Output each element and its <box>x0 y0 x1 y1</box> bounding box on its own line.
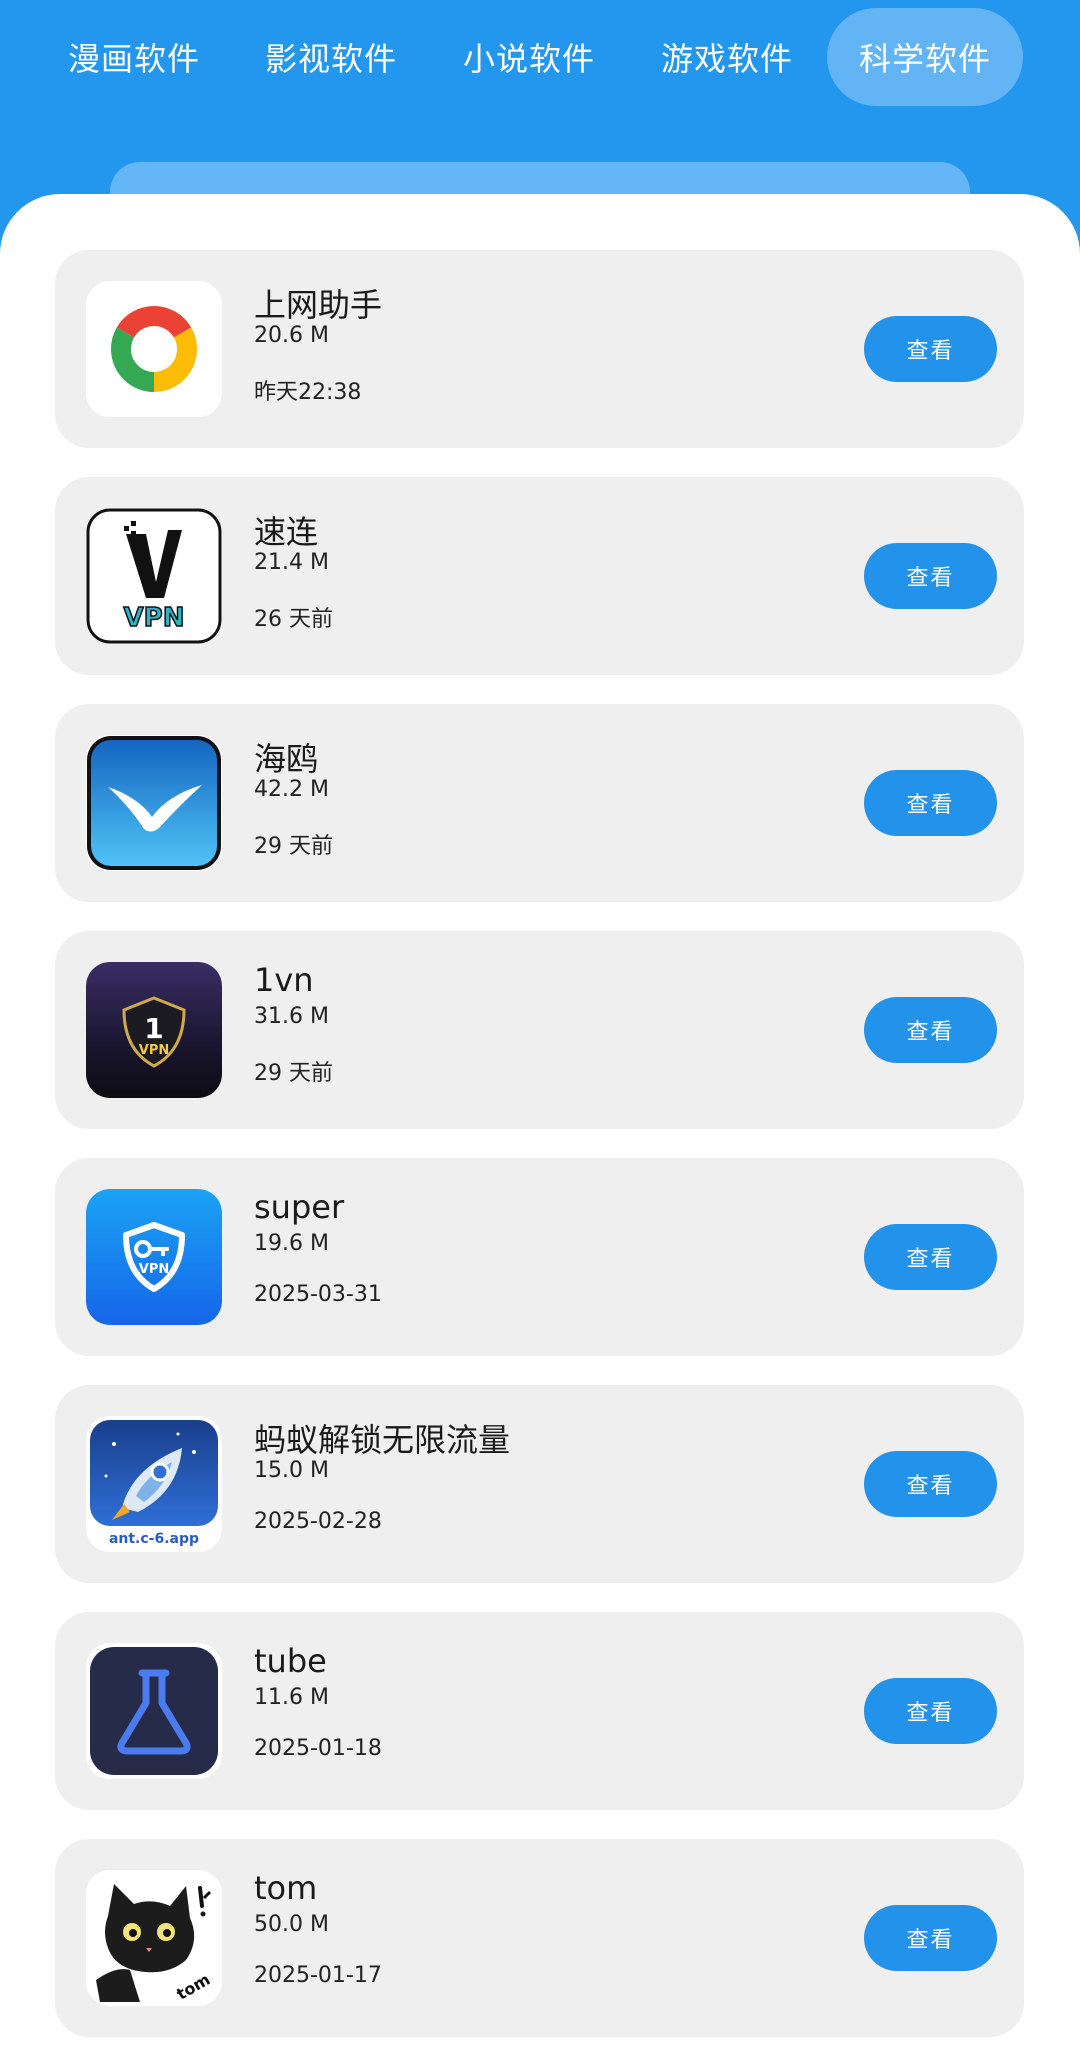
view-button[interactable]: 查看 <box>864 543 997 609</box>
view-button[interactable]: 查看 <box>864 1451 997 1517</box>
app-name: 1vn <box>254 961 314 999</box>
app-size: 11.6 M <box>254 1685 329 1710</box>
icon-one-text: 1 <box>144 1012 163 1045</box>
app-size: 21.4 M <box>254 550 329 575</box>
icon-vpn-text: VPN <box>139 1043 169 1058</box>
black-cat-icon: tom <box>86 1870 222 2006</box>
app-card[interactable]: tube 11.6 M 2025-01-18 查看 <box>55 1612 1024 1810</box>
view-button[interactable]: 查看 <box>864 1224 997 1290</box>
app-name: super <box>254 1188 345 1226</box>
key-shield-vpn-icon: VPN <box>86 1189 222 1325</box>
app-card[interactable]: tom tom 50.0 M 2025-01-17 查看 <box>55 1839 1024 2037</box>
app-name: 上网助手 <box>254 286 383 324</box>
view-button[interactable]: 查看 <box>864 770 997 836</box>
app-size: 19.6 M <box>254 1231 329 1256</box>
icon-vpn-text: VPN <box>139 1262 169 1277</box>
app-date: 2025-01-17 <box>254 1963 382 1988</box>
tab-comics[interactable]: 漫画软件 <box>36 8 232 106</box>
view-button[interactable]: 查看 <box>864 1905 997 1971</box>
icon-vpn-text: VPN <box>124 603 185 633</box>
app-list-sheet: 上网助手 20.6 M 昨天22:38 查看 VPN 速连 21.4 M 26 … <box>0 194 1080 2052</box>
app-size: 20.6 M <box>254 323 329 348</box>
chrome-like-icon <box>86 281 222 417</box>
app-size: 42.2 M <box>254 777 329 802</box>
app-date: 2025-02-28 <box>254 1509 382 1534</box>
app-name: tube <box>254 1642 327 1680</box>
app-name: 速连 <box>254 513 319 551</box>
ant-rocket-icon: ant.c-6.app <box>86 1416 222 1552</box>
app-date: 2025-03-31 <box>254 1282 382 1307</box>
shield-1-vpn-icon: 1 VPN <box>86 962 222 1098</box>
app-date: 2025-01-18 <box>254 1736 382 1761</box>
app-card[interactable]: 上网助手 20.6 M 昨天22:38 查看 <box>55 250 1024 448</box>
app-card[interactable]: VPN 速连 21.4 M 26 天前 查看 <box>55 477 1024 675</box>
category-tabs: 漫画软件 影视软件 小说软件 游戏软件 科学软件 <box>0 0 1080 115</box>
app-card[interactable]: 1 VPN 1vn 31.6 M 29 天前 查看 <box>55 931 1024 1129</box>
app-date: 29 天前 <box>254 1061 333 1086</box>
view-button[interactable]: 查看 <box>864 316 997 382</box>
app-size: 50.0 M <box>254 1912 329 1937</box>
tab-video[interactable]: 影视软件 <box>233 8 429 106</box>
view-button[interactable]: 查看 <box>864 1678 997 1744</box>
app-date: 29 天前 <box>254 834 333 859</box>
app-card[interactable]: VPN super 19.6 M 2025-03-31 查看 <box>55 1158 1024 1356</box>
tab-science[interactable]: 科学软件 <box>827 8 1023 106</box>
view-button[interactable]: 查看 <box>864 997 997 1063</box>
app-card[interactable]: 海鸥 42.2 M 29 天前 查看 <box>55 704 1024 902</box>
app-date: 26 天前 <box>254 607 333 632</box>
app-card[interactable]: ant.c-6.app 蚂蚁解锁无限流量 15.0 M 2025-02-28 查… <box>55 1385 1024 1583</box>
flask-icon <box>86 1643 222 1779</box>
v-vpn-icon: VPN <box>86 508 222 644</box>
tab-novels[interactable]: 小说软件 <box>431 8 627 106</box>
app-size: 31.6 M <box>254 1004 329 1029</box>
app-name: 蚂蚁解锁无限流量 <box>254 1421 511 1459</box>
app-name: tom <box>254 1869 318 1907</box>
app-date: 昨天22:38 <box>254 380 362 405</box>
app-name: 海鸥 <box>254 740 319 778</box>
tab-games[interactable]: 游戏软件 <box>629 8 825 106</box>
app-size: 15.0 M <box>254 1458 329 1483</box>
seagull-icon <box>86 735 222 871</box>
icon-app-url-text: ant.c-6.app <box>109 1531 199 1547</box>
